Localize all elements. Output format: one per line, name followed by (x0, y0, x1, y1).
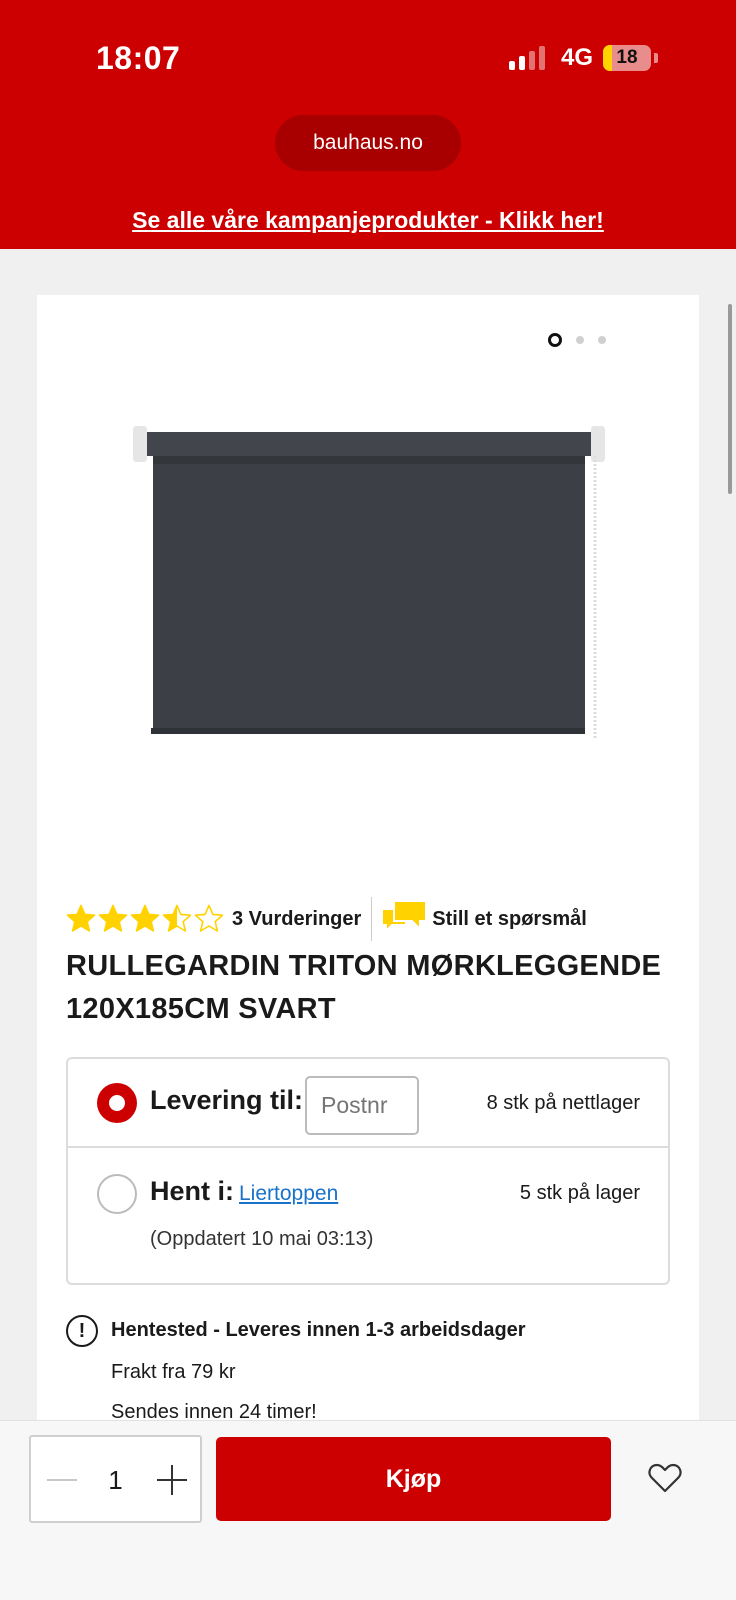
status-time: 18:07 (96, 40, 181, 76)
buy-button[interactable]: Kjøp (216, 1437, 611, 1521)
star-icon (98, 904, 128, 932)
rating-stars[interactable] (66, 904, 224, 934)
status-indicators: 4G 18 (508, 44, 658, 72)
pickup-radio[interactable] (97, 1174, 137, 1214)
plus-icon[interactable] (157, 1465, 187, 1495)
quantity-stepper: 1 (29, 1435, 202, 1523)
heart-icon[interactable] (648, 1463, 682, 1493)
star-icon (130, 904, 160, 932)
exclamation-circle-icon: ! (66, 1315, 98, 1347)
delivery-label: Levering til: (150, 1085, 304, 1115)
online-stock: 8 stk på nettlager (486, 1092, 640, 1114)
purchase-bar: 1 Kjøp (0, 1420, 736, 1600)
reviews-link[interactable]: 3 Vurderinger (232, 908, 361, 931)
battery-cap (654, 53, 658, 63)
postnr-input[interactable] (305, 1076, 419, 1135)
gallery-pagination (548, 333, 606, 347)
top-bar: 18:07 4G 18 bauhaus.no Se alle våre kamp… (0, 0, 736, 249)
stock-options: Levering til: 8 stk på nettlager Hent i:… (66, 1057, 670, 1285)
store-link[interactable]: Liertoppen (239, 1182, 338, 1206)
delivery-radio[interactable] (97, 1083, 137, 1123)
star-icon (162, 904, 192, 932)
product-title: RULLEGARDIN TRITON MØRKLEGGENDE 120X185C… (66, 950, 662, 1025)
gallery-dot[interactable] (548, 333, 562, 347)
url-bar[interactable]: bauhaus.no (275, 115, 461, 171)
freight-text: Frakt fra 79 kr (111, 1361, 236, 1383)
rating-row: 3 Vurderinger Still et spørsmål (66, 897, 587, 941)
gallery-dot[interactable] (576, 336, 584, 344)
product-image[interactable] (133, 420, 605, 740)
star-icon (66, 904, 96, 932)
star-icon (194, 904, 224, 932)
stock-updated: (Oppdatert 10 mai 03:13) (150, 1228, 374, 1250)
promo-link[interactable]: Se alle våre kampanjeprodukter - Klikk h… (0, 207, 736, 234)
pickup-label: Hent i: (150, 1176, 234, 1206)
battery-level: 18 (616, 47, 638, 68)
chat-bubbles-icon[interactable] (380, 899, 428, 939)
delivery-option[interactable]: Levering til: 8 stk på nettlager (68, 1059, 668, 1148)
divider (371, 897, 373, 941)
scrollbar[interactable] (728, 304, 732, 494)
network-label: 4G (560, 44, 593, 71)
pickup-option[interactable]: Hent i: Liertoppen 5 stk på lager (Oppda… (68, 1148, 668, 1285)
store-stock: 5 stk på lager (519, 1182, 640, 1204)
shipping-heading: Hentested - Leveres innen 1-3 arbeidsdag… (111, 1319, 526, 1341)
battery-icon: 18 (603, 45, 651, 71)
gallery-dot[interactable] (598, 336, 606, 344)
signal-icon (508, 46, 545, 70)
ask-question-link[interactable]: Still et spørsmål (432, 908, 587, 931)
